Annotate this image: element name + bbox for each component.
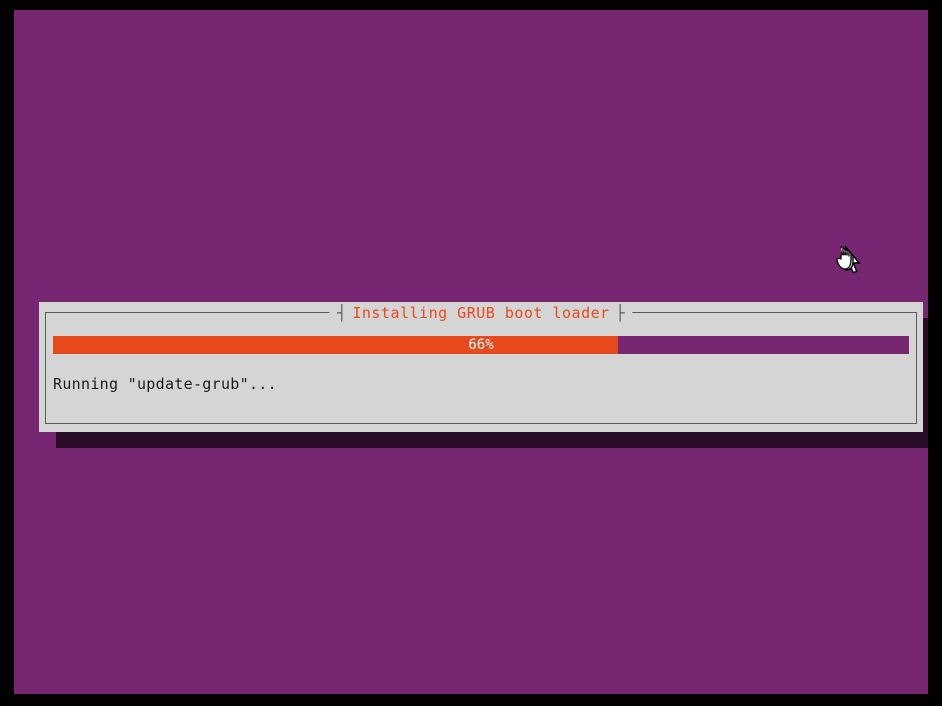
dialog-title: Installing GRUB boot loader [352, 304, 609, 322]
title-bracket-right: ├ [616, 304, 625, 322]
cursor-pointer-icon [832, 245, 862, 283]
status-text: Running "update-grub"... [53, 375, 277, 393]
installer-screen: ┤ Installing GRUB boot loader ├ 66% Runn… [14, 10, 928, 694]
progress-dialog: ┤ Installing GRUB boot loader ├ 66% Runn… [39, 302, 923, 432]
progress-bar: 66% [53, 336, 909, 354]
progress-percent-label: 66% [53, 336, 909, 354]
dialog-title-bar: ┤ Installing GRUB boot loader ├ [329, 304, 632, 322]
title-bracket-left: ┤ [337, 304, 346, 322]
dialog-border [45, 312, 917, 424]
